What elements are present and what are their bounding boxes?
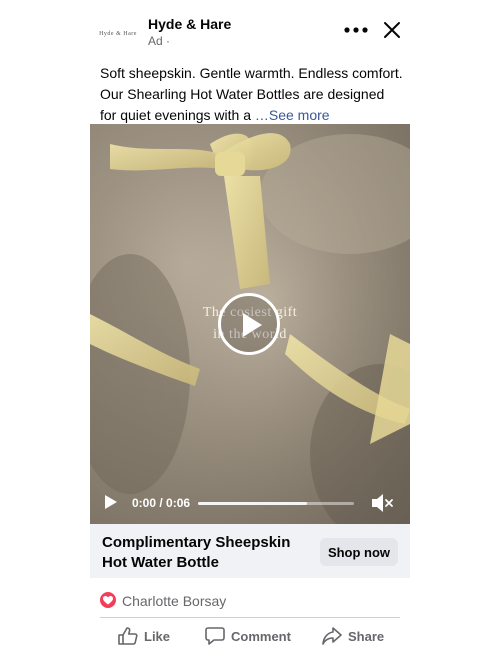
- love-reaction-icon: [100, 592, 116, 608]
- comment-bubble-icon: [205, 627, 225, 645]
- call-to-action-bar[interactable]: Complimentary Sheepskin Hot Water Bottle…: [90, 524, 410, 578]
- see-more-link[interactable]: …See more: [255, 107, 330, 123]
- comment-button[interactable]: Comment: [205, 624, 291, 648]
- video-player[interactable]: The cosiest gift in the world 0:00 / 0:0…: [90, 124, 410, 524]
- share-arrow-icon: [322, 627, 342, 645]
- mute-button[interactable]: [370, 492, 394, 514]
- caption-text: Soft sheepskin. Gentle warmth. Endless c…: [100, 65, 403, 123]
- video-controls: 0:00 / 0:06: [90, 484, 410, 524]
- like-button[interactable]: Like: [118, 624, 170, 648]
- close-icon: [384, 22, 400, 38]
- post-header: Hyde & Hare Hyde & Hare Ad ·: [90, 8, 410, 56]
- shop-now-button[interactable]: Shop now: [320, 538, 398, 566]
- ad-post: Hyde & Hare Hyde & Hare Ad · Soft sheeps…: [90, 0, 410, 665]
- share-button[interactable]: Share: [322, 624, 384, 648]
- speaker-muted-icon: [372, 494, 393, 512]
- play-icon: [243, 313, 262, 337]
- page-logo[interactable]: Hyde & Hare: [98, 14, 138, 54]
- cta-headline[interactable]: Complimentary Sheepskin Hot Water Bottle: [102, 533, 312, 573]
- reactions-summary: Charlotte Borsay: [100, 589, 400, 613]
- like-label: Like: [144, 628, 171, 644]
- control-play-button[interactable]: [104, 494, 120, 512]
- thumbs-up-icon: [118, 627, 138, 645]
- action-bar: Like Comment Share: [90, 620, 410, 652]
- reactor-name[interactable]: Charlotte Borsay: [122, 593, 226, 609]
- more-horizontal-icon: [344, 27, 368, 33]
- share-label: Share: [348, 628, 385, 644]
- video-buffered-fill: [198, 502, 308, 505]
- video-time: 0:00 / 0:06: [132, 496, 191, 510]
- video-progress-bar[interactable]: [198, 502, 354, 505]
- more-options-button[interactable]: [342, 18, 370, 42]
- post-caption: Soft sheepskin. Gentle warmth. Endless c…: [100, 63, 404, 126]
- comment-label: Comment: [231, 628, 291, 644]
- divider: [100, 617, 400, 618]
- page-name[interactable]: Hyde & Hare: [148, 16, 231, 32]
- big-play-button[interactable]: [218, 293, 280, 355]
- sponsored-label: Ad ·: [148, 34, 171, 48]
- close-button[interactable]: [380, 18, 404, 42]
- page-logo-text: Hyde & Hare: [99, 31, 137, 37]
- play-icon: [105, 495, 117, 509]
